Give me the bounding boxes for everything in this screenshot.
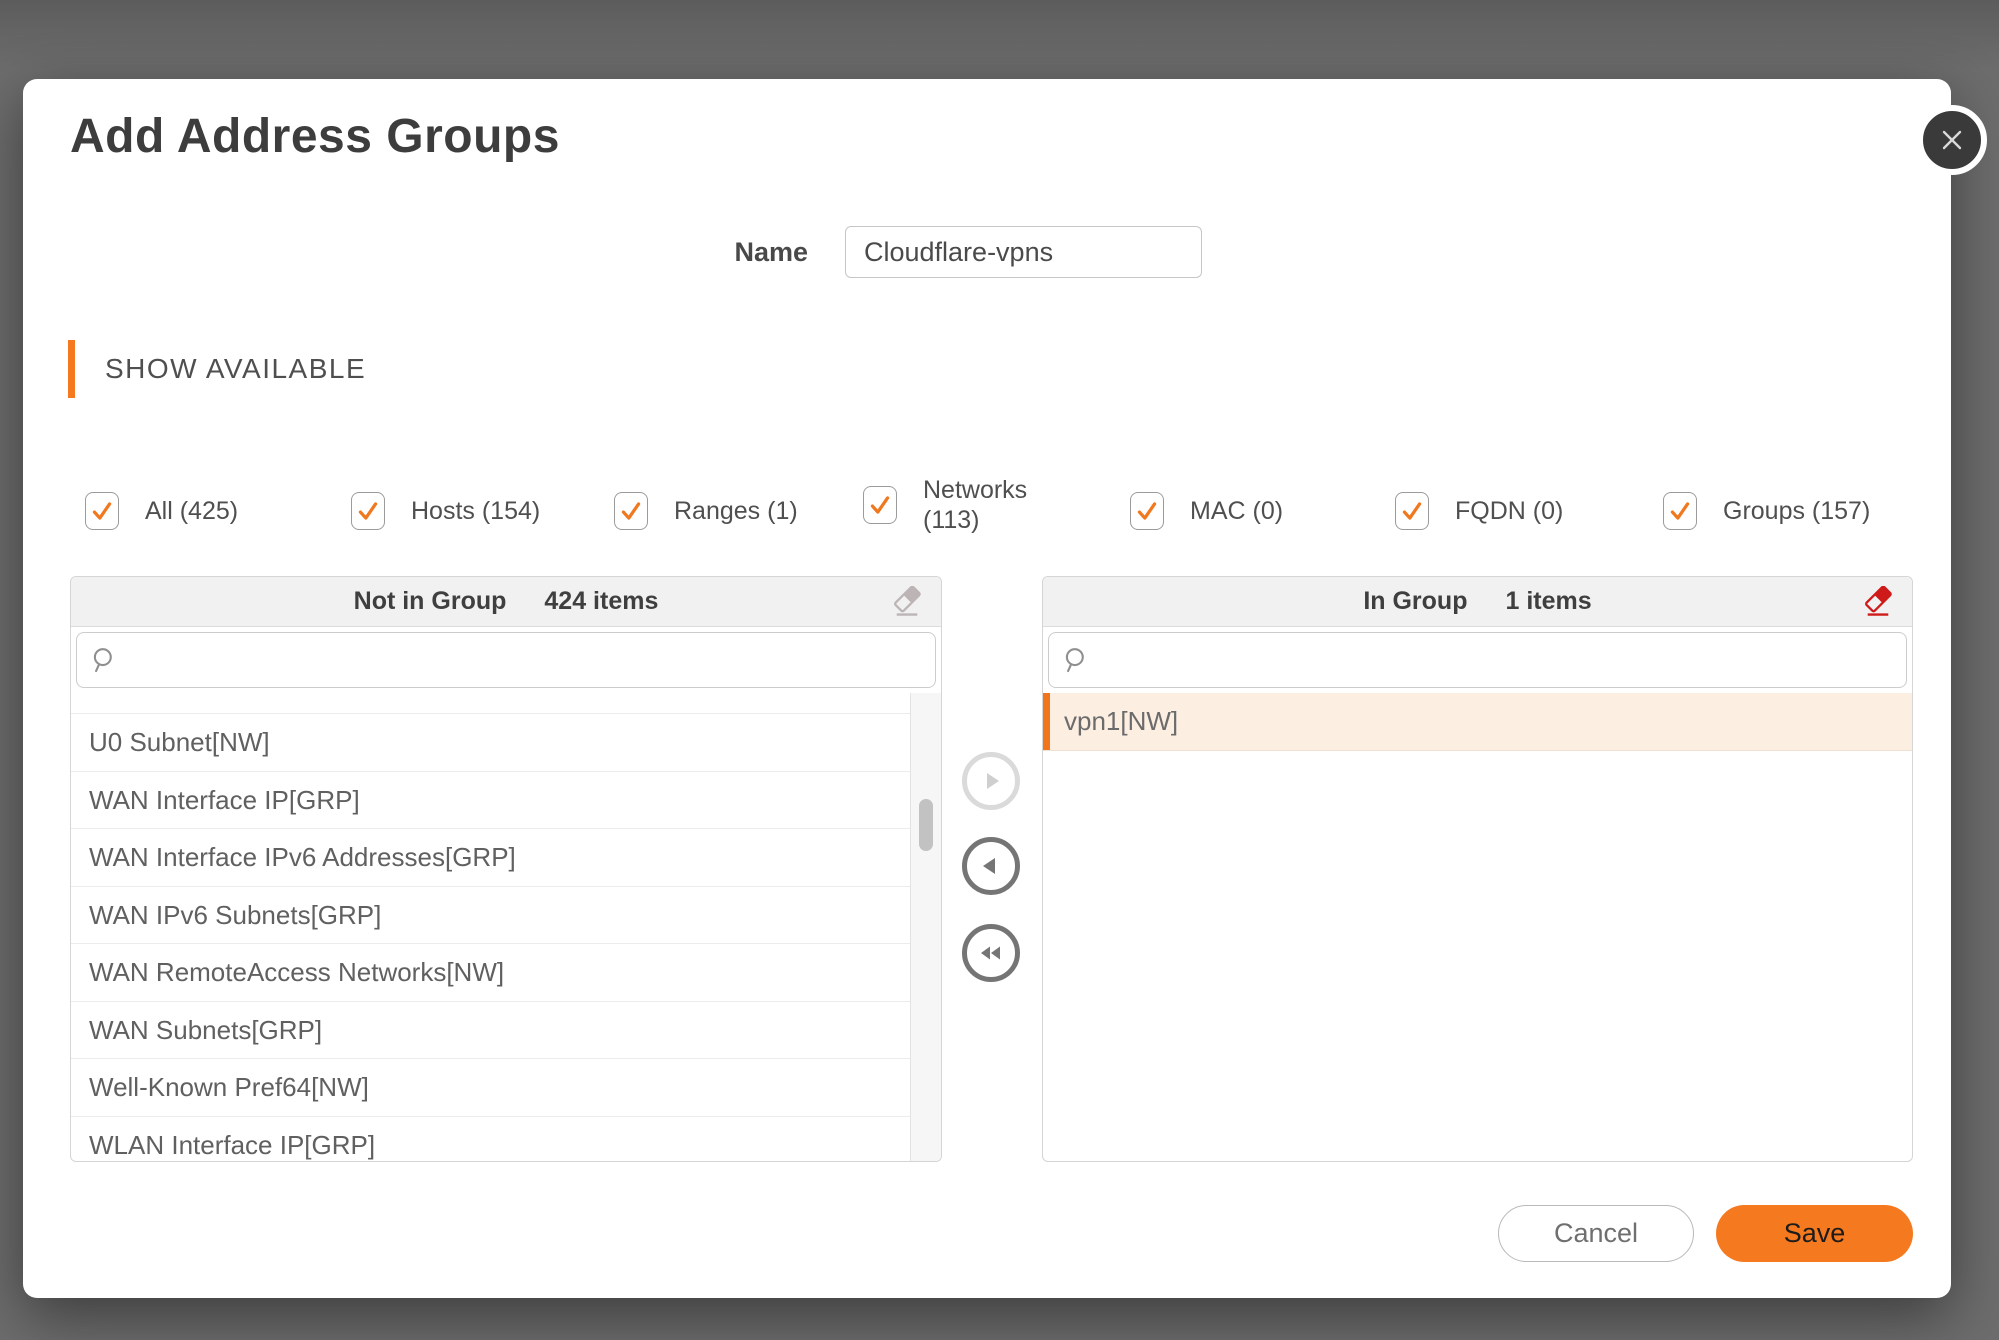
- list-item[interactable]: WLAN Interface IP[GRP]: [71, 1117, 910, 1162]
- clear-all-button[interactable]: [1858, 582, 1898, 622]
- filter-label-line1: Networks: [923, 476, 1028, 504]
- filter-label-line2: (113): [923, 506, 980, 534]
- filter-label: Groups (157): [1723, 496, 1871, 525]
- move-right-button[interactable]: [962, 752, 1020, 810]
- list-item[interactable]: WAN Interface IPv6 Addresses[GRP]: [71, 829, 910, 887]
- list-item[interactable]: WAN Interface IP[GRP]: [71, 772, 910, 829]
- list-item[interactable]: U0 Subnet[NW]: [71, 714, 910, 772]
- checkbox-checked-icon[interactable]: [85, 492, 119, 530]
- filter-ranges[interactable]: Ranges (1): [614, 492, 798, 530]
- checkbox-checked-icon[interactable]: [1130, 492, 1164, 530]
- not-in-group-search: [76, 632, 936, 688]
- show-available-heading: SHOW AVAILABLE: [105, 353, 367, 384]
- panel-item-count: 1 items: [1505, 587, 1592, 615]
- section-accent-bar: [68, 340, 75, 398]
- checkbox-checked-icon[interactable]: [351, 492, 385, 530]
- selected-accent-bar: [1043, 693, 1050, 750]
- search-input[interactable]: [1048, 632, 1907, 688]
- in-group-panel: In Group 1 items vpn1[NW]: [1042, 576, 1913, 1162]
- panel-title: In Group: [1363, 587, 1468, 615]
- list-item-label: vpn1[NW]: [1064, 706, 1179, 736]
- not-in-group-header: Not in Group 424 items: [71, 577, 941, 627]
- filter-all[interactable]: All (425): [85, 492, 238, 530]
- panel-item-count: 424 items: [544, 587, 659, 615]
- add-address-groups-dialog: Add Address Groups Name SHOW AVAILABLE A…: [23, 79, 1987, 1298]
- screen-backdrop: Add Address Groups Name SHOW AVAILABLE A…: [0, 0, 1999, 1340]
- not-in-group-panel: Not in Group 424 items U0 Subnet[NW] WAN…: [70, 576, 942, 1162]
- search-input[interactable]: [76, 632, 936, 688]
- filter-label: Networks (113): [923, 475, 1027, 535]
- arrow-right-icon: [987, 773, 999, 789]
- in-group-list: vpn1[NW]: [1043, 693, 1912, 751]
- filter-mac[interactable]: MAC (0): [1130, 492, 1283, 530]
- name-label: Name: [734, 237, 808, 267]
- filter-label: Ranges (1): [674, 496, 798, 525]
- eraser-icon: [1865, 586, 1892, 616]
- dialog-title: Add Address Groups: [70, 110, 560, 163]
- filter-label: Hosts (154): [411, 496, 541, 525]
- filter-hosts[interactable]: Hosts (154): [351, 492, 540, 530]
- filter-networks[interactable]: Networks (113): [863, 475, 1027, 535]
- move-all-left-button[interactable]: [962, 924, 1020, 982]
- cancel-button[interactable]: Cancel: [1498, 1205, 1694, 1262]
- double-arrow-left-icon: [981, 946, 1000, 960]
- list-item-partial: [71, 693, 910, 714]
- scrollbar-thumb[interactable]: [919, 799, 933, 851]
- scrollbar-track[interactable]: [910, 693, 941, 1161]
- list-item[interactable]: WAN Subnets[GRP]: [71, 1002, 910, 1059]
- filter-label: MAC (0): [1190, 496, 1284, 525]
- clear-all-button[interactable]: [887, 582, 927, 622]
- name-input[interactable]: [845, 226, 1202, 278]
- in-group-header: In Group 1 items: [1043, 577, 1912, 627]
- eraser-icon: [894, 586, 921, 616]
- checkbox-checked-icon[interactable]: [614, 492, 648, 530]
- move-left-button[interactable]: [962, 837, 1020, 895]
- checkbox-checked-icon[interactable]: [1663, 492, 1697, 530]
- list-item-selected[interactable]: vpn1[NW]: [1043, 693, 1912, 751]
- list-item[interactable]: WAN IPv6 Subnets[GRP]: [71, 887, 910, 944]
- filter-label: All (425): [145, 496, 239, 525]
- filter-groups[interactable]: Groups (157): [1663, 492, 1870, 530]
- in-group-search: [1048, 632, 1907, 688]
- list-item[interactable]: Well-Known Pref64[NW]: [71, 1059, 910, 1117]
- save-button[interactable]: Save: [1716, 1205, 1913, 1262]
- checkbox-checked-icon[interactable]: [863, 486, 897, 524]
- filter-label: FQDN (0): [1455, 496, 1564, 525]
- filter-fqdn[interactable]: FQDN (0): [1395, 492, 1563, 530]
- not-in-group-list: U0 Subnet[NW] WAN Interface IP[GRP] WAN …: [71, 693, 941, 1162]
- arrow-left-icon: [983, 858, 995, 874]
- checkbox-checked-icon[interactable]: [1395, 492, 1429, 530]
- close-icon: [1942, 130, 1962, 150]
- panel-title: Not in Group: [353, 587, 507, 615]
- close-button[interactable]: [1917, 105, 1987, 175]
- list-item[interactable]: WAN RemoteAccess Networks[NW]: [71, 944, 910, 1002]
